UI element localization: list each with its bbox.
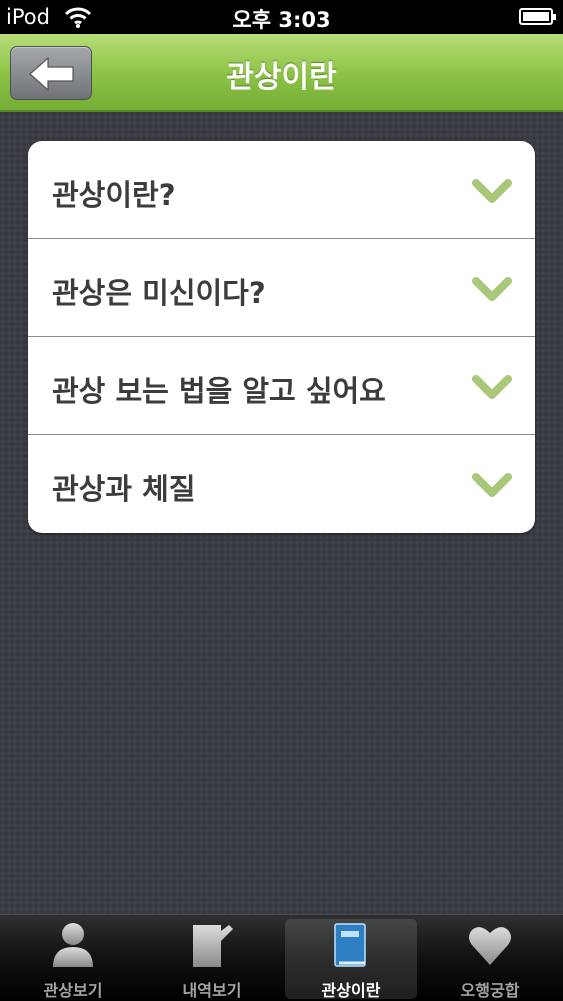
list-item[interactable]: 관상은 미신이다? xyxy=(28,239,535,337)
page-title: 관상이란 xyxy=(226,60,337,95)
chevron-down-icon xyxy=(472,277,512,301)
list-item[interactable]: 관상이란? xyxy=(28,141,535,239)
tab-face-reading[interactable]: 관상보기 xyxy=(7,919,139,1000)
heart-icon xyxy=(469,927,511,965)
list-item-label: 관상과 체질 xyxy=(52,472,196,506)
list-item-label: 관상 보는 법을 알고 싶어요 xyxy=(52,374,386,408)
tab-history[interactable]: 내역보기 xyxy=(146,919,278,1000)
nav-bar: 관상이란 xyxy=(0,34,563,112)
list-item[interactable]: 관상과 체질 xyxy=(28,435,535,533)
tab-label: 오행궁합 xyxy=(460,981,520,1000)
list-item-label: 관상이란? xyxy=(52,178,176,212)
faq-list: 관상이란? 관상은 미신이다? 관상 보는 법을 알고 싶어요 관상과 체질 xyxy=(28,141,535,533)
chevron-down-icon xyxy=(472,375,512,399)
tab-about[interactable]: 관상이란 xyxy=(285,919,417,1000)
list-item-label: 관상은 미신이다? xyxy=(52,276,266,310)
status-time: 오후 3:03 xyxy=(232,8,331,32)
tab-label: 관상보기 xyxy=(43,981,103,1000)
battery-icon xyxy=(519,8,556,25)
person-icon xyxy=(53,923,93,967)
chevron-down-icon xyxy=(472,179,512,203)
book-icon xyxy=(334,923,366,967)
tab-bar: 관상보기 내역보기 관상이란 오행궁합 xyxy=(0,914,563,1001)
status-bar: iPod 오후 3:03 xyxy=(0,0,563,34)
tab-label: 관상이란 xyxy=(321,981,381,1000)
notepad-icon xyxy=(193,925,233,967)
chevron-down-icon xyxy=(472,473,512,497)
tab-label: 내역보기 xyxy=(182,981,242,1000)
tab-compatibility[interactable]: 오행궁합 xyxy=(424,919,556,1000)
list-item[interactable]: 관상 보는 법을 알고 싶어요 xyxy=(28,337,535,435)
